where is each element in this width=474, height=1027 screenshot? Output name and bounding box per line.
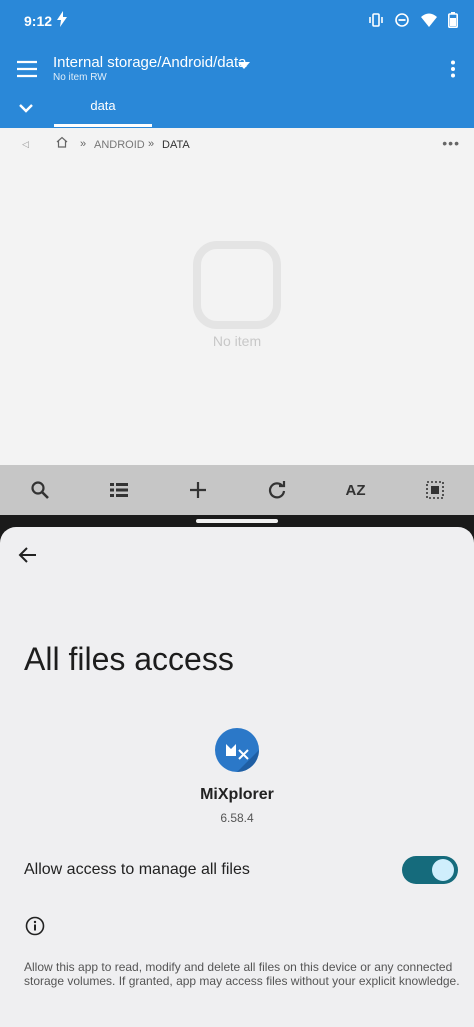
breadcrumb-item-android[interactable]: ANDROID: [94, 139, 145, 151]
menu-icon[interactable]: [16, 58, 38, 80]
list-icon: [109, 483, 128, 497]
info-icon: [25, 916, 45, 936]
add-button[interactable]: [178, 470, 218, 510]
home-icon[interactable]: [56, 136, 68, 148]
refresh-icon: [268, 481, 285, 499]
permission-label[interactable]: Allow access to manage all files: [24, 861, 250, 879]
vibrate-icon: [369, 13, 383, 27]
bottom-toolbar: AZ: [0, 465, 474, 515]
permission-info-text: Allow this app to read, modify and delet…: [24, 960, 460, 988]
empty-folder-icon: [193, 241, 281, 329]
mixplorer-app-icon: [215, 728, 259, 772]
breadcrumb: ◁ » ANDROID » DATA •••: [0, 130, 474, 160]
more-vert-icon[interactable]: [450, 60, 456, 78]
bolt-icon: [57, 11, 67, 27]
tab-indicator: [54, 124, 152, 127]
split-screen-handle[interactable]: [196, 519, 278, 523]
status-icons: [368, 12, 458, 28]
status-time: 9:12: [24, 13, 53, 29]
search-icon: [30, 481, 49, 499]
dropdown-caret-icon[interactable]: [238, 62, 250, 69]
path-title[interactable]: Internal storage/Android/data: [53, 54, 246, 71]
select-all-button[interactable]: [415, 470, 455, 510]
refresh-button[interactable]: [257, 470, 297, 510]
breadcrumb-item-data[interactable]: DATA: [162, 139, 190, 151]
back-arrow-icon[interactable]: [16, 543, 40, 567]
dnd-icon: [395, 13, 409, 27]
view-mode-button[interactable]: [99, 470, 139, 510]
add-icon: [189, 482, 206, 498]
mixplorer-window: 9:12 Internal storage/Android/data No it…: [0, 0, 474, 515]
breadcrumb-back-icon[interactable]: ◁: [22, 139, 29, 150]
app-version: 6.58.4: [220, 811, 254, 825]
app-bar: Internal storage/Android/data No item RW…: [0, 42, 474, 128]
breadcrumb-separator: »: [148, 138, 155, 150]
path-subtitle: No item RW: [53, 72, 107, 83]
settings-window: All files access MiXplorer 6.58.4 Allow …: [0, 527, 474, 1027]
select-all-icon: [425, 481, 444, 499]
status-bar: 9:12: [0, 0, 474, 42]
sort-button[interactable]: AZ: [336, 470, 376, 510]
toggle-knob: [432, 859, 454, 881]
wifi-icon: [421, 13, 437, 27]
page-title: All files access: [24, 641, 234, 677]
mixplorer-logo-icon: [226, 744, 259, 772]
empty-state-text: No item: [212, 333, 262, 349]
breadcrumb-separator: »: [80, 138, 87, 150]
search-button[interactable]: [20, 470, 60, 510]
chevron-down-icon[interactable]: [18, 102, 34, 114]
breadcrumb-more-icon[interactable]: •••: [442, 135, 460, 151]
all-files-access-toggle[interactable]: [402, 856, 458, 884]
battery-icon: [448, 12, 458, 28]
app-name: MiXplorer: [200, 786, 274, 803]
